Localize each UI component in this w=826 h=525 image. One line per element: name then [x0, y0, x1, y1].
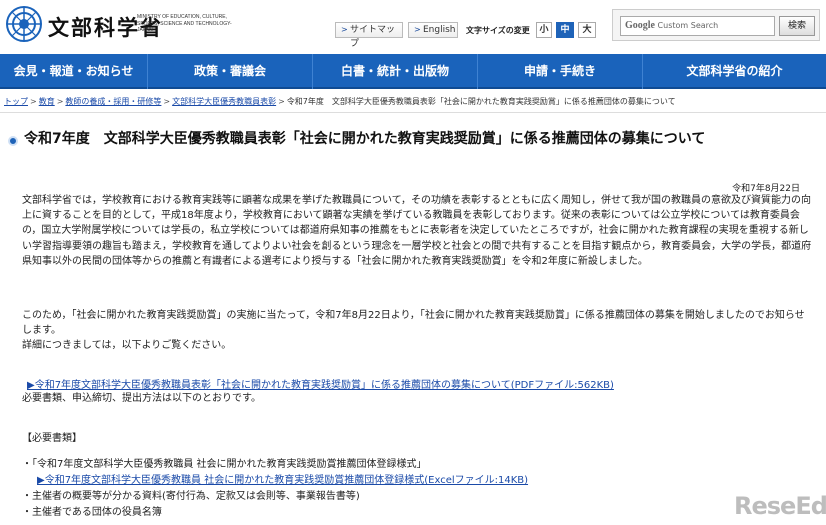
breadcrumb: トップ > 教育 > 教師の養成・採用・研修等 > 文部科学大臣優秀教職員表彰 > 令和7年度 … [4, 96, 826, 107]
documents-intro: 必要書類、申込締切、提出方法は以下のとおりです。 [22, 393, 261, 404]
sitemap-button[interactable]: > サイトマップ [335, 22, 403, 49]
watermark-logo: ReseEd [728, 488, 826, 522]
breadcrumb-award[interactable]: 文部科学大臣優秀教職員表彰 [172, 97, 276, 106]
breadcrumb-top[interactable]: トップ [4, 97, 28, 106]
search-box: Google Custom Search 検索 [612, 9, 820, 41]
site-header: 文部科学省 MINISTRY OF EDUCATION, CULTURE, SP… [0, 0, 826, 52]
registration-form-excel-link[interactable]: ▶令和7年度文部科学大臣優秀教職員 社会に開かれた教育実践奨励賞推薦団体登録様式… [22, 473, 722, 489]
page-title: 令和7年度 文部科学大臣優秀教職員表彰「社会に開かれた教育実践奨励賞」に係る推薦… [24, 131, 706, 147]
breadcrumb-separator: > [56, 97, 64, 106]
fontsize-medium-button[interactable]: 中 [556, 22, 574, 38]
list-item: ・「令和7年度文部科学大臣優秀教職員 社会に開かれた教育実践奨励賞推薦団体登録様… [22, 459, 427, 470]
logo-english-name: MINISTRY OF EDUCATION, CULTURE, SPORTS, … [137, 14, 232, 33]
mext-logo-icon[interactable] [4, 4, 44, 44]
english-button[interactable]: > English [408, 22, 458, 38]
search-placeholder: Custom Search [657, 21, 719, 30]
chevron-right-icon: > [341, 25, 348, 34]
announcement-paragraph: このため，「社会に開かれた教育実践奨励賞」の実施に当たって，令和7年8月22日よ… [22, 310, 805, 352]
nav-item-about[interactable]: 文部科学省の紹介 [643, 54, 826, 89]
required-documents-heading: 【必要書類】 [22, 433, 82, 444]
recruitment-pdf-link[interactable]: ▶令和7年度文部科学大臣優秀教職員表彰「社会に開かれた教育実践奨励賞」に係る推薦… [27, 376, 614, 391]
title-bullet-icon [8, 136, 18, 146]
global-nav: 会見・報道・お知らせ 政策・審議会 白書・統計・出版物 申請・手続き 文部科学省… [0, 54, 826, 89]
nav-item-applications[interactable]: 申請・手続き [478, 54, 643, 89]
chevron-right-icon: > [414, 25, 421, 34]
breadcrumb-separator: > [278, 97, 285, 106]
breadcrumb-teacher-training[interactable]: 教師の養成・採用・研修等 [65, 97, 161, 106]
search-input[interactable]: Google Custom Search [620, 16, 775, 36]
fontsize-large-button[interactable]: 大 [578, 22, 596, 38]
sitemap-label: サイトマップ [350, 25, 396, 49]
fontsize-label: 文字サイズの変更 [466, 26, 530, 35]
nav-item-press[interactable]: 会見・報道・お知らせ [0, 54, 148, 89]
divider [0, 112, 826, 113]
list-item: ・主催者の概要等が分かる資料(寄付行為、定款又は会則等、事業報告書等) [22, 491, 360, 502]
breadcrumb-separator: > [30, 97, 37, 106]
english-label: English [423, 25, 456, 35]
fontsize-small-button[interactable]: 小 [536, 22, 552, 38]
nav-item-policy[interactable]: 政策・審議会 [148, 54, 313, 89]
breadcrumb-current: 令和7年度 文部科学大臣優秀教職員表彰「社会に開かれた教育実践奨励賞」に係る推薦… [286, 97, 676, 106]
breadcrumb-education[interactable]: 教育 [39, 97, 55, 106]
watermark-text: ReseEd [734, 492, 826, 520]
search-button[interactable]: 検索 [779, 16, 815, 36]
google-brand: Google [625, 20, 655, 31]
list-item: ・主催者である団体の役員名簿 [22, 507, 162, 518]
nav-item-publications[interactable]: 白書・統計・出版物 [313, 54, 478, 89]
breadcrumb-separator: > [163, 97, 171, 106]
intro-paragraph: 文部科学省では，学校教育における教育実践等に顕著な成果を挙げた教職員について，そ… [22, 195, 812, 267]
required-documents-list: ・「令和7年度文部科学大臣優秀教職員 社会に開かれた教育実践奨励賞推薦団体登録様… [22, 457, 722, 521]
